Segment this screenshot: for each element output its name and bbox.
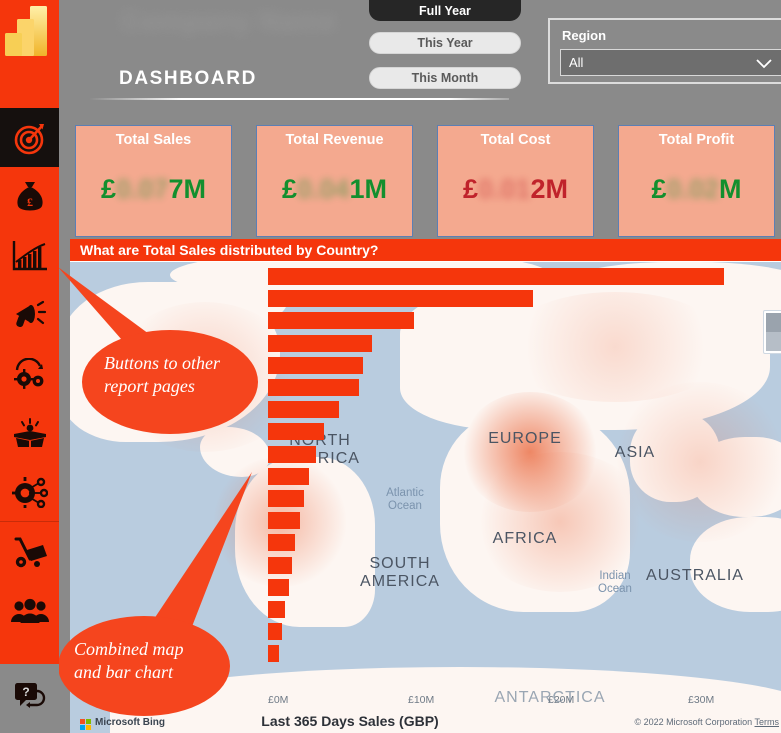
sidebar-item-operations[interactable] xyxy=(0,344,59,403)
x-axis-tick-2: £20M xyxy=(548,694,575,706)
kpi-value-redacted: 0.04 xyxy=(296,174,350,204)
sidebar-item-products[interactable] xyxy=(0,403,59,462)
sidebar-item-finance[interactable]: £ xyxy=(0,167,59,226)
sidebar-item-marketing[interactable] xyxy=(0,285,59,344)
kpi-currency: £ xyxy=(100,174,116,204)
bar-5[interactable] xyxy=(268,356,364,374)
kpi-title: Total Profit xyxy=(658,132,735,148)
microsoft-squares-icon xyxy=(80,717,91,730)
bar-18[interactable] xyxy=(268,645,280,663)
left-navigation-sidebar: £ ? xyxy=(0,0,59,733)
bar-9[interactable] xyxy=(268,445,316,463)
megaphone-icon xyxy=(13,299,47,331)
x-axis-tick-0: £0M xyxy=(268,694,289,706)
microsoft-bing-logo[interactable]: Microsoft Bing xyxy=(80,717,165,730)
svg-text:£: £ xyxy=(27,195,33,209)
sidebar-item-customers[interactable] xyxy=(0,581,59,640)
kpi-title: Total Cost xyxy=(480,132,551,148)
page-title: DASHBOARD xyxy=(119,68,257,89)
kpi-value-suffix: 1M xyxy=(349,174,388,204)
kpi-value-redacted: 0.01 xyxy=(477,174,531,204)
chevron-down-icon xyxy=(755,57,773,75)
kpi-currency: £ xyxy=(651,174,667,204)
kpi-value: £0.041M xyxy=(257,174,412,205)
kpi-card-total-revenue[interactable]: Total Revenue £0.041M xyxy=(256,125,413,237)
money-bag-icon: £ xyxy=(14,180,46,214)
power-bi-logo xyxy=(0,0,59,108)
target-icon xyxy=(13,121,47,155)
visual-title: What are Total Sales distributed by Coun… xyxy=(70,239,781,261)
sidebar-item-targets[interactable] xyxy=(0,108,59,167)
attribution-copyright: © 2022 Microsoft Corporation xyxy=(634,717,753,727)
bar-13[interactable] xyxy=(268,534,295,552)
x-axis-tick-3: £30M xyxy=(688,694,715,706)
map-zoom-control[interactable] xyxy=(763,310,781,354)
help-chat-icon: ? xyxy=(13,680,47,717)
header-divider xyxy=(89,98,509,100)
sidebar-item-sales[interactable] xyxy=(0,226,59,285)
bar-16[interactable] xyxy=(268,601,285,618)
sidebar-item-supply-chain[interactable] xyxy=(0,462,59,521)
bar-14[interactable] xyxy=(268,556,292,574)
bar-7[interactable] xyxy=(268,401,340,419)
kpi-value: £0.077M xyxy=(76,174,231,205)
kpi-currency: £ xyxy=(462,174,478,204)
bar-4[interactable] xyxy=(268,334,372,352)
bar-chart-icon xyxy=(12,240,48,272)
gear-network-icon xyxy=(11,476,48,508)
map-zoom-out-button[interactable] xyxy=(766,332,781,351)
kpi-currency: £ xyxy=(281,174,297,204)
kpi-value-redacted: 0.07 xyxy=(115,174,169,204)
bing-logo-text: Microsoft Bing xyxy=(95,717,165,728)
open-box-idea-icon xyxy=(12,417,48,449)
kpi-card-total-sales[interactable]: Total Sales £0.077M xyxy=(75,125,232,237)
dashboard-header: Company Name DASHBOARD Full Year This Ye… xyxy=(59,0,781,112)
slicer-region-label: Region xyxy=(562,28,607,43)
dashboard-screenshot: £ ? Company Name DASHBOARD Full Year Thi… xyxy=(0,0,781,733)
kpi-title: Total Sales xyxy=(115,132,192,148)
callout-combined-map-and-bar-chart: Combined map and bar chart xyxy=(74,639,184,683)
kpi-title: Total Revenue xyxy=(285,132,384,148)
kpi-value: £0.02M xyxy=(619,174,774,205)
bar-15[interactable] xyxy=(268,578,289,596)
bar-10[interactable] xyxy=(268,467,309,485)
bar-8[interactable] xyxy=(268,423,324,441)
period-button-this-month[interactable]: This Month xyxy=(369,67,521,89)
map-zoom-in-button[interactable] xyxy=(766,313,781,332)
bar-2[interactable] xyxy=(268,290,533,308)
kpi-value-suffix: M xyxy=(719,174,742,204)
x-axis-tick-1: £10M xyxy=(408,694,435,706)
kpi-card-total-profit[interactable]: Total Profit £0.02M xyxy=(618,125,775,237)
svg-text:?: ? xyxy=(22,685,29,699)
period-button-this-year[interactable]: This Year xyxy=(369,32,521,54)
sidebar-item-help[interactable]: ? xyxy=(0,664,59,733)
kpi-value-suffix: 2M xyxy=(530,174,569,204)
kpi-card-total-cost[interactable]: Total Cost £0.012M xyxy=(437,125,594,237)
bar-11[interactable] xyxy=(268,490,305,507)
hand-truck-icon xyxy=(12,536,48,568)
gears-cycle-icon xyxy=(13,357,47,390)
slicer-region-dropdown[interactable]: All xyxy=(560,49,781,76)
sidebar-item-logistics[interactable] xyxy=(0,522,59,581)
slicer-region: Region All xyxy=(548,18,781,84)
bar-6[interactable] xyxy=(268,379,359,396)
kpi-value-suffix: 7M xyxy=(168,174,207,204)
kpi-value-redacted: 0.02 xyxy=(666,174,720,204)
slicer-region-value: All xyxy=(569,55,584,70)
company-brand-name: Company Name xyxy=(121,6,338,36)
map-attribution: © 2022 Microsoft Corporation Terms xyxy=(634,717,779,727)
bar-1[interactable] xyxy=(268,268,725,285)
bar-12[interactable] xyxy=(268,512,301,530)
bar-17[interactable] xyxy=(268,623,282,641)
people-group-icon xyxy=(10,598,49,624)
callout-buttons-to-other-report-pages: Buttons to other report pages xyxy=(104,353,220,397)
attribution-terms-link[interactable]: Terms xyxy=(755,717,780,727)
kpi-value: £0.012M xyxy=(438,174,593,205)
period-button-full-year[interactable]: Full Year xyxy=(369,0,521,21)
bar-3[interactable] xyxy=(268,312,414,330)
